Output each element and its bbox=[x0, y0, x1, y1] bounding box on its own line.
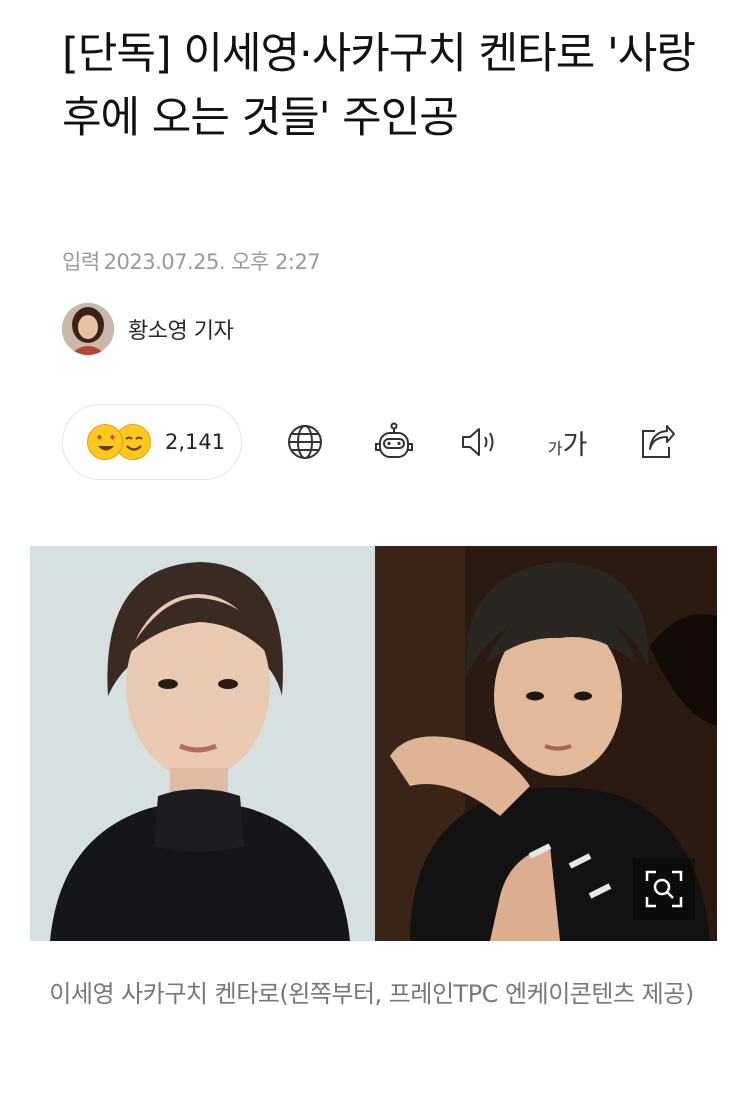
emoji-love-face-icon bbox=[87, 424, 123, 460]
robot-icon bbox=[375, 422, 413, 458]
article-toolbar: 2,141 가 가 bbox=[62, 404, 703, 480]
globe-icon bbox=[288, 425, 322, 459]
photo-zoom-button[interactable] bbox=[633, 858, 695, 920]
share-icon bbox=[642, 425, 675, 458]
text-size-small: 가 bbox=[547, 438, 563, 458]
share-button[interactable] bbox=[629, 404, 685, 480]
author-avatar[interactable] bbox=[62, 303, 114, 355]
text-size-large: 가 bbox=[562, 429, 587, 461]
meta-timestamp: 2023.07.25. 오후 2:27 bbox=[103, 250, 321, 274]
article-headline: [단독] 이세영·사카구치 켄타로 '사랑 후에 오는 것들' 주인공 bbox=[62, 29, 696, 143]
zoom-icon bbox=[645, 870, 683, 908]
author-row[interactable]: 황소영 기자 bbox=[62, 303, 234, 355]
text-size-icon: 가 가 bbox=[547, 423, 588, 462]
article-meta: 입력 2023.07.25. 오후 2:27 bbox=[62, 246, 321, 276]
speaker-icon bbox=[462, 428, 494, 456]
text-size-button[interactable]: 가 가 bbox=[539, 404, 595, 480]
author-name[interactable]: 황소영 기자 bbox=[128, 313, 234, 345]
ai-summary-button[interactable] bbox=[366, 404, 422, 480]
article-photo-image bbox=[30, 546, 717, 941]
article-page: [단독] 이세영·사카구치 켄타로 '사랑 후에 오는 것들' 주인공 입력 2… bbox=[0, 0, 743, 1093]
reaction-count: 2,141 bbox=[165, 430, 226, 454]
read-aloud-button[interactable] bbox=[452, 404, 508, 480]
article-photo[interactable] bbox=[30, 546, 717, 941]
translate-button[interactable] bbox=[277, 404, 333, 480]
reaction-button[interactable]: 2,141 bbox=[62, 404, 242, 480]
photo-caption: 이세영 사카구치 켄타로(왼쪽부터, 프레인TPC 엔케이콘텐츠 제공) bbox=[49, 980, 694, 1008]
reaction-emojis bbox=[87, 424, 153, 460]
meta-label: 입력 bbox=[62, 250, 100, 274]
